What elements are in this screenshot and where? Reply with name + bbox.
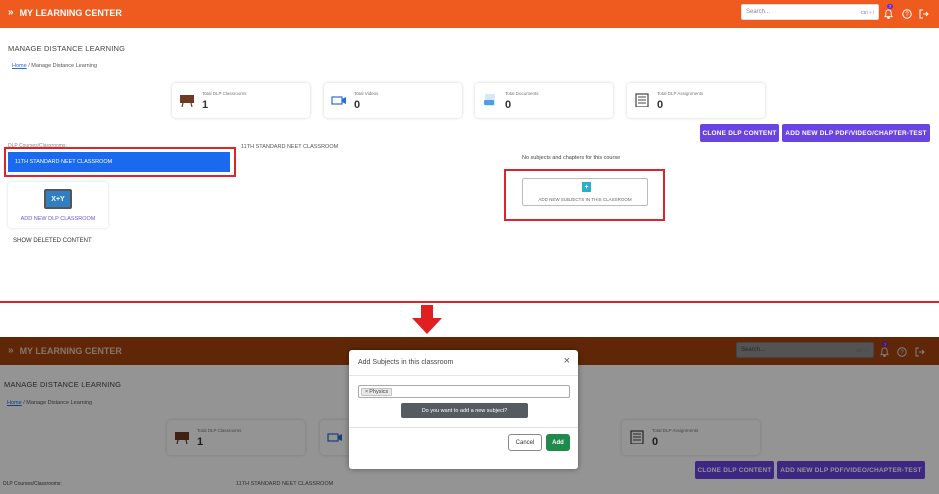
stat-value: 1 [202,99,209,111]
assignment-icon [635,93,649,107]
clone-dlp-content-button[interactable]: CLONE DLP CONTENT [700,124,779,142]
screen-before: » MY LEARNING CENTER Search... Ctrl + / … [0,0,939,300]
stat-value: 0 [657,99,664,111]
search-placeholder: Search... [746,9,771,15]
chevrons-right-icon[interactable]: » [8,7,14,18]
highlight-box-add-subjects [504,169,665,221]
modal-divider [349,375,578,376]
close-icon[interactable]: × [564,355,570,367]
tag-remove-icon[interactable]: × [365,389,368,395]
top-navbar: » MY LEARNING CENTER Search... Ctrl + / … [0,0,939,28]
section-divider [0,301,939,303]
highlight-box-classroom [4,147,236,177]
add-subjects-modal: Add Subjects in this classroom × × Physi… [349,350,578,469]
screen-after: » MY LEARNING CENTER Search... Ctrl + / … [0,337,939,494]
page-title: MANAGE DISTANCE LEARNING [8,44,126,53]
stat-label: Total Documents [505,91,539,96]
breadcrumb-current: Manage Distance Learning [31,63,98,69]
pdf-document-icon [484,94,495,106]
breadcrumb-home-link[interactable]: Home [12,63,27,69]
stat-card-documents: Total Documents 0 [475,83,613,118]
down-arrow-head [412,318,442,334]
tag-label: Physics [369,389,389,395]
stat-value: 0 [505,99,512,111]
modal-title: Add Subjects in this classroom [358,359,454,366]
add-button[interactable]: Add [546,434,570,451]
search-input[interactable]: Search... Ctrl + / [741,4,879,20]
logout-icon[interactable] [918,8,929,19]
classroom-heading: 11TH STANDARD NEET CLASSROOM [241,144,339,150]
empty-message: No subjects and chapters for this course [522,155,621,161]
stat-card-videos: Total Videos 0 [324,83,462,118]
down-arrow-icon [421,305,433,319]
bell-icon[interactable] [883,8,894,19]
chalkboard-icon: X+Y [44,189,72,209]
subject-tag-input[interactable]: × Physics [358,385,570,398]
breadcrumb-separator: / [28,63,30,69]
video-camera-icon [331,96,346,105]
add-classroom-card[interactable]: X+Y ADD NEW DLP CLASSROOM [8,182,108,228]
stat-label: Total Videos [354,91,379,96]
subject-tag[interactable]: × Physics [361,388,393,396]
add-classroom-label: ADD NEW DLP CLASSROOM [20,216,96,222]
app-title: MY LEARNING CENTER [19,7,122,18]
help-icon[interactable]: ? [901,8,912,19]
modal-divider [349,427,578,428]
show-deleted-link[interactable]: SHOW DELETED CONTENT [13,238,92,244]
stat-card-classrooms: Total DLP Classrooms 1 [172,83,310,118]
cancel-button[interactable]: Cancel [508,434,542,451]
add-subject-tooltip[interactable]: Do you want to add a new subject? [401,403,528,418]
classroom-icon [180,95,194,107]
stat-label: Total DLP Assignments [657,91,704,96]
stat-label: Total DLP Classrooms [202,91,247,96]
stat-value: 0 [354,99,361,111]
breadcrumb: Home / Manage Distance Learning [12,63,97,69]
app-brand[interactable]: » MY LEARNING CENTER [8,7,122,18]
add-new-dlp-content-button[interactable]: ADD NEW DLP PDF/VIDEO/CHAPTER-TEST [782,124,930,142]
search-shortcut: Ctrl + / [860,9,874,15]
stat-card-assignments: Total DLP Assignments 0 [627,83,765,118]
